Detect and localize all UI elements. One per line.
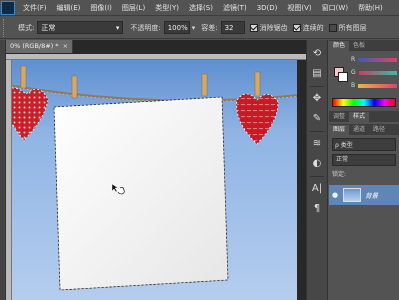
layer-filter-label: ρ 类型 [335,142,353,149]
antialias-checkbox[interactable] [249,23,258,32]
mode-value: 正常 [41,23,56,32]
strip-divider [310,86,324,87]
close-icon[interactable]: × [63,42,68,50]
strip-divider [310,131,324,132]
clothespin-4 [254,71,261,97]
antialias-label: 消除锯齿 [259,23,288,32]
lock-label: 锁定: [332,171,347,178]
lock-row: 锁定: [332,169,396,181]
blue-slider-label: B [351,82,356,89]
tab-layers[interactable]: 图层 [329,125,350,135]
green-slider-label: G [351,69,356,76]
all-layers-checkbox[interactable] [328,23,337,32]
menu-window[interactable]: 窗口(W) [317,0,353,16]
layer-row-background[interactable]: ● 背景 [329,185,399,205]
eye-icon[interactable]: ● [332,191,340,199]
heart-right [236,93,279,145]
info-icon[interactable]: ◐ [310,157,324,171]
menu-edit[interactable]: 编辑(E) [52,0,86,16]
red-slider[interactable]: R [351,56,397,63]
contiguous-checkbox[interactable] [292,23,301,32]
document-area: 0% (RGB/8#) * × [6,40,306,300]
menu-view[interactable]: 视图(V) [282,0,316,16]
opacity-field[interactable]: 100% [163,21,190,34]
color-panel: R G B [329,51,399,111]
brush-icon[interactable]: ✎ [310,112,324,126]
all-layers-label: 所有图层 [338,23,367,32]
right-panels: 颜色 色板 R G B 调整 样式 图层 通道 路径 ρ 类型 正常 锁定: ●… [329,40,399,300]
properties-icon[interactable]: ▤ [310,67,324,81]
panel-icon-strip: ⟲ ▤ ✥ ✎ ≋ ◐ A| ¶ [306,40,328,300]
color-spectrum[interactable] [332,98,396,107]
layer-name: 背景 [365,192,378,200]
tolerance-label: 容差: [201,23,218,32]
layer-thumbnail [343,188,361,202]
tab-styles[interactable]: 样式 [349,112,370,122]
clothespin-1 [20,65,27,89]
blue-slider[interactable]: B [351,82,397,89]
history-icon[interactable]: ⟲ [310,47,324,61]
color-panel-tabs: 颜色 色板 [329,40,399,51]
menu-3d[interactable]: 3D(D) [252,0,283,16]
tolerance-field[interactable]: 32 [220,21,245,34]
options-bar: 模式: 正常 ▾ 不透明度: 100% ▾ 容差: 32 消除锯齿 连续的 所有图… [0,17,399,39]
contiguous-label: 连续的 [302,23,324,32]
options-grip[interactable] [3,18,15,37]
tab-paths[interactable]: 路径 [369,125,389,135]
menu-select[interactable]: 选择(S) [184,0,218,16]
green-slider-track[interactable] [358,70,397,75]
background-color-swatch[interactable] [338,72,348,82]
blue-slider-track[interactable] [358,83,397,88]
clothespin-2 [71,75,78,99]
image-canvas[interactable] [12,60,297,300]
tab-channels[interactable]: 通道 [349,125,369,135]
layers-tabs: 图层 通道 路径 [329,124,399,135]
opacity-dropdown-icon[interactable]: ▾ [192,24,196,32]
document-tab[interactable]: 0% (RGB/8#) * × [6,40,74,53]
chevron-down-icon: ▾ [115,23,120,32]
menu-file[interactable]: 文件(F) [18,0,52,16]
character-icon[interactable]: A| [310,182,324,196]
blend-mode-select[interactable]: 正常 [332,154,396,166]
photoshop-logo[interactable] [1,0,15,15]
opacity-label: 不透明度: [130,23,161,32]
menu-layer[interactable]: 图层(L) [117,0,150,16]
canvas-artwork [12,65,297,291]
menu-type[interactable]: 类型(Y) [150,0,184,16]
menu-help[interactable]: 帮助(H) [353,0,388,16]
adjustments-tabs: 调整 样式 [329,111,399,122]
blend-mode-value: 正常 [336,156,349,163]
menu-filter[interactable]: 滤镜(T) [218,0,252,16]
tab-adjustments[interactable]: 调整 [329,112,349,122]
paragraph-icon[interactable]: ¶ [310,202,324,216]
green-slider[interactable]: G [351,69,397,76]
tab-color[interactable]: 颜色 [329,41,350,51]
red-slider-label: R [351,56,356,63]
red-slider-track[interactable] [358,57,397,62]
mode-select[interactable]: 正常 ▾ [37,21,124,34]
document-tab-title: 0% (RGB/8#) * [10,42,59,50]
paper-card [53,96,229,291]
menu-image[interactable]: 图像(I) [85,0,117,16]
layer-filter[interactable]: ρ 类型 [332,138,396,151]
move-icon[interactable]: ✥ [310,92,324,106]
mode-label: 模式: [18,23,35,32]
adjust-icon[interactable]: ≋ [310,137,324,151]
menu-bar: 文件(F) 编辑(E) 图像(I) 图层(L) 类型(Y) 选择(S) 滤镜(T… [0,0,399,16]
clothespin-3 [201,73,208,97]
strip-divider [310,176,324,177]
tab-swatches[interactable]: 色板 [349,41,369,51]
